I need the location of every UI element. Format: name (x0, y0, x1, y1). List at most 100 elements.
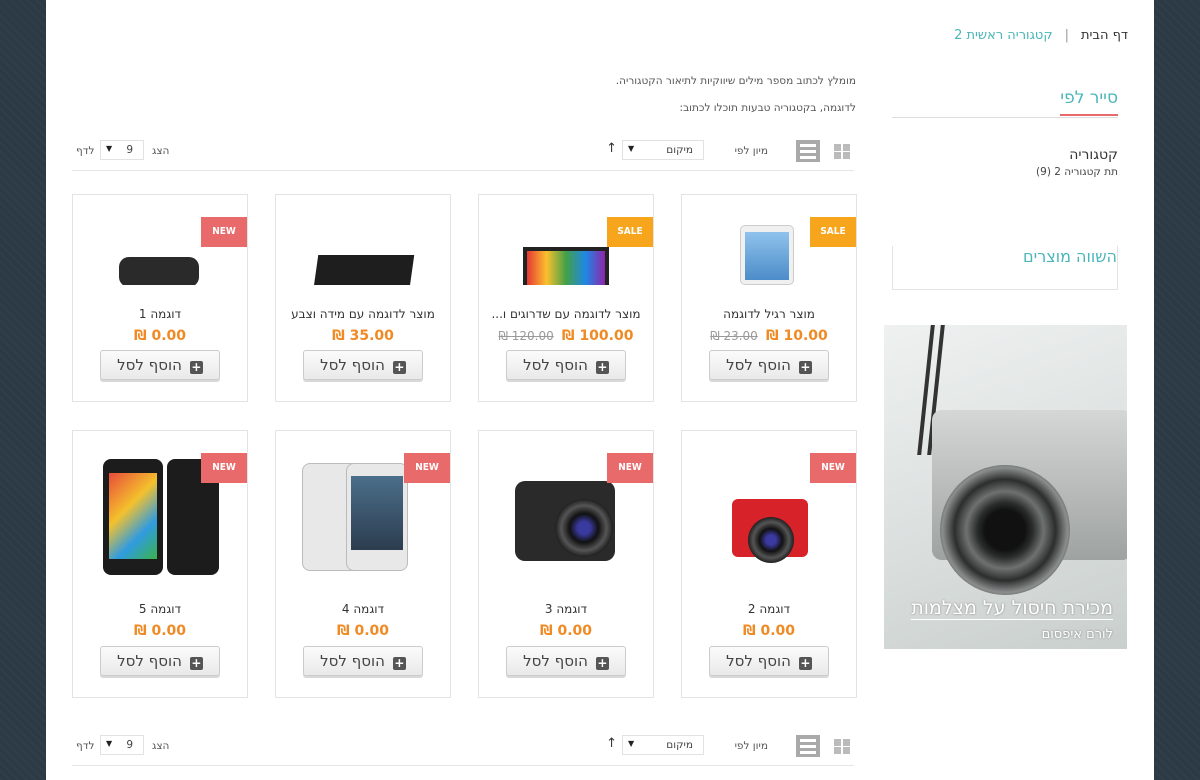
add-to-cart-label: הוסף לסל (523, 356, 588, 374)
add-to-cart-button[interactable]: + הוסף לסל (100, 646, 220, 676)
camera-picture (119, 257, 199, 285)
product-name[interactable]: דוגמה 4 (276, 602, 450, 616)
toolbar-top: מיון לפי מיקום ▼ ↑ הצג 9 ▼ לדף (72, 134, 854, 171)
sort-by-select[interactable]: מיקום ▼ (622, 140, 704, 160)
sort-by-value: מיקום (666, 144, 693, 156)
product-price: 0.00 ₪ (539, 623, 593, 639)
subcategory-filter-link[interactable]: תת קטגוריה 2 (9) (1036, 166, 1118, 178)
limit-select[interactable]: 9 ▼ (100, 140, 144, 160)
plus-icon: + (189, 360, 203, 374)
add-to-cart-button[interactable]: + הוסף לסל (303, 350, 423, 380)
new-badge: NEW (201, 453, 247, 483)
product-price: 35.00 ₪ (332, 328, 394, 344)
sort-direction-arrow-icon[interactable]: ↑ (606, 141, 617, 156)
product-card[interactable]: NEW דוגמה 4 0.00 ₪ + הוסף לסל (275, 430, 451, 698)
product-image[interactable] (286, 205, 440, 285)
add-to-cart-label: הוסף לסל (117, 652, 182, 670)
add-to-cart-label: הוסף לסל (523, 652, 588, 670)
sort-by-value: מיקום (666, 739, 693, 751)
chevron-down-icon: ▼ (628, 144, 635, 153)
add-to-cart-label: הוסף לסל (117, 356, 182, 374)
list-view-icon[interactable] (796, 140, 820, 162)
add-to-cart-label: הוסף לסל (320, 652, 385, 670)
product-prices: 0.00 ₪ (479, 623, 653, 639)
toolbar-bottom: מיון לפי מיקום ▼ ↑ הצג 9 ▼ לדף (72, 729, 854, 766)
limit-select[interactable]: 9 ▼ (100, 735, 144, 755)
breadcrumb-current[interactable]: קטגוריה ראשית 2 (954, 28, 1053, 43)
browse-by-title: סייר לפי (1060, 88, 1118, 116)
product-card[interactable]: NEW דוגמה 5 0.00 ₪ + הוסף לסל (72, 430, 248, 698)
new-badge: NEW (404, 453, 450, 483)
tablet-picture (523, 247, 609, 285)
product-name[interactable]: מוצר לדוגמה עם מידה וצבע (276, 307, 450, 321)
product-prices: 35.00 ₪ (276, 328, 450, 344)
sort-by-label: מיון לפי (734, 145, 768, 157)
grid-view-icon[interactable] (830, 140, 854, 162)
per-page-label: לדף (76, 145, 95, 157)
sale-banner[interactable]: מכירת חיסול על מצלמות לורם איפסום (884, 325, 1127, 649)
add-to-cart-button[interactable]: + הוסף לסל (303, 646, 423, 676)
add-to-cart-label: הוסף לסל (726, 652, 791, 670)
product-name[interactable]: דוגמה 3 (479, 602, 653, 616)
category-description-line1: מומלץ לכתוב מספר מילים שיווקיות לתיאור ה… (615, 75, 856, 87)
product-prices: 10.00 ₪ 23.00 ₪ (682, 328, 856, 344)
product-prices: 100.00 ₪ 120.00 ₪ (479, 328, 653, 344)
product-name[interactable]: מוצר לדוגמה עם שדרוגים ו... (479, 307, 653, 321)
chevron-down-icon: ▼ (106, 144, 113, 153)
product-price: 10.00 ₪ (765, 328, 828, 344)
product-card[interactable]: SALE מוצר לדוגמה עם שדרוגים ו... 100.00 … (478, 194, 654, 402)
camera-lens-graphic (940, 465, 1070, 595)
product-card[interactable]: SALE מוצר רגיל לדוגמה 10.00 ₪ 23.00 ₪ + ה… (681, 194, 857, 402)
product-price: 0.00 ₪ (336, 623, 390, 639)
plus-icon: + (798, 656, 812, 670)
show-label: הצג (152, 740, 170, 752)
product-card[interactable]: NEW דוגמה 3 0.00 ₪ + הוסף לסל (478, 430, 654, 698)
banner-title: מכירת חיסול על מצלמות (911, 597, 1113, 620)
grid-view-icon[interactable] (830, 735, 854, 757)
breadcrumb-home-link[interactable]: דף הבית (1081, 28, 1128, 43)
new-badge: NEW (810, 453, 856, 483)
plus-icon: + (392, 360, 406, 374)
sale-badge: SALE (607, 217, 653, 247)
product-price: 0.00 ₪ (133, 328, 187, 344)
chevron-down-icon: ▼ (106, 739, 113, 748)
sort-direction-arrow-icon[interactable]: ↑ (606, 736, 617, 751)
product-card[interactable]: NEW דוגמה 2 0.00 ₪ + הוסף לסל (681, 430, 857, 698)
add-to-cart-button[interactable]: + הוסף לסל (709, 350, 829, 380)
product-card[interactable]: NEW דוגמה 1 0.00 ₪ + הוסף לסל (72, 194, 248, 402)
product-card[interactable]: מוצר לדוגמה עם מידה וצבע 35.00 ₪ + הוסף ל… (275, 194, 451, 402)
new-badge: NEW (607, 453, 653, 483)
phone-picture (103, 459, 163, 575)
product-name[interactable]: דוגמה 5 (73, 602, 247, 616)
add-to-cart-button[interactable]: + הוסף לסל (100, 350, 220, 380)
product-price: 0.00 ₪ (742, 623, 796, 639)
product-name[interactable]: דוגמה 1 (73, 307, 247, 321)
browse-by-block: סייר לפי (892, 88, 1118, 118)
add-to-cart-label: הוסף לסל (320, 356, 385, 374)
compare-products-block: השווה מוצרים (892, 246, 1118, 290)
product-prices: 0.00 ₪ (276, 623, 450, 639)
show-label: הצג (152, 145, 170, 157)
product-name[interactable]: דוגמה 2 (682, 602, 856, 616)
banner-subtitle: לורם איפסום (1041, 627, 1113, 642)
category-description-line2: לדוגמה, בקטגוריה טבעות תוכלו לכתוב: (679, 102, 856, 114)
toolbar-divider (72, 170, 854, 171)
product-old-price: 23.00 ₪ (710, 329, 758, 343)
compare-products-title: השווה מוצרים (1023, 247, 1117, 266)
product-prices: 0.00 ₪ (73, 328, 247, 344)
add-to-cart-button[interactable]: + הוסף לסל (506, 646, 626, 676)
sort-by-select[interactable]: מיקום ▼ (622, 735, 704, 755)
chevron-down-icon: ▼ (628, 739, 635, 748)
list-view-icon[interactable] (796, 735, 820, 757)
plus-icon: + (189, 656, 203, 670)
add-to-cart-button[interactable]: + הוסף לסל (506, 350, 626, 380)
sort-by-label: מיון לפי (734, 740, 768, 752)
add-to-cart-label: הוסף לסל (726, 356, 791, 374)
plus-icon: + (798, 360, 812, 374)
add-to-cart-button[interactable]: + הוסף לסל (709, 646, 829, 676)
product-name[interactable]: מוצר רגיל לדוגמה (682, 307, 856, 321)
breadcrumb: דף הבית | קטגוריה ראשית 2 (954, 28, 1128, 43)
product-old-price: 120.00 ₪ (498, 329, 554, 343)
plus-icon: + (595, 360, 609, 374)
product-prices: 0.00 ₪ (682, 623, 856, 639)
